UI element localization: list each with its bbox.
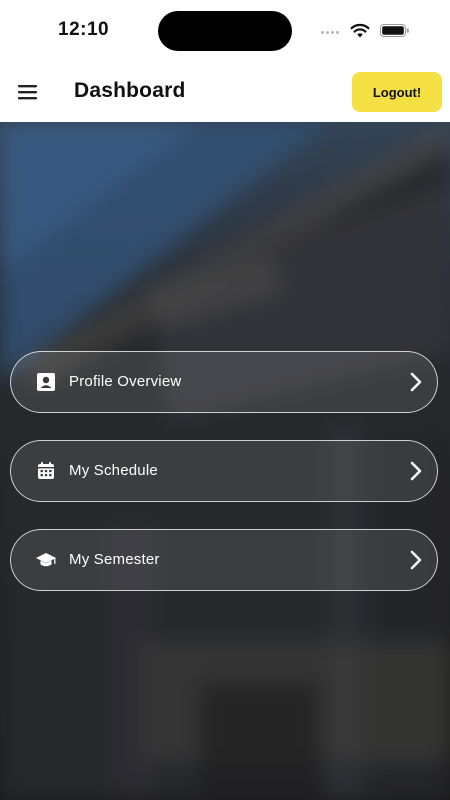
profile-overview-label: Profile Overview xyxy=(69,373,182,390)
battery-icon xyxy=(380,24,409,37)
wifi-icon xyxy=(350,23,370,38)
chevron-right-icon xyxy=(410,550,422,570)
my-schedule-label: My Schedule xyxy=(69,462,158,479)
my-schedule-button[interactable]: My Schedule xyxy=(10,440,438,502)
top-nav-bar: Dashboard Logout! xyxy=(0,62,450,122)
app-screen: 12:10 Dashboard Logout! Profile Overview… xyxy=(0,0,450,800)
profile-card-icon xyxy=(37,373,55,391)
page-title: Dashboard xyxy=(74,79,186,102)
my-semester-label: My Semester xyxy=(69,551,160,568)
calendar-icon xyxy=(38,462,54,479)
background-photo: Profile Overview My Schedule My Semester xyxy=(0,122,450,800)
graduation-cap-icon xyxy=(36,553,56,567)
chevron-right-icon xyxy=(410,461,422,481)
status-bar: 12:10 xyxy=(0,0,450,62)
status-time: 12:10 xyxy=(58,19,110,40)
hamburger-menu-icon[interactable] xyxy=(16,81,40,103)
dynamic-island xyxy=(158,11,292,51)
my-semester-button[interactable]: My Semester xyxy=(10,529,438,591)
chevron-right-icon xyxy=(410,372,422,392)
logout-button[interactable]: Logout! xyxy=(352,72,442,112)
signal-dots-icon xyxy=(321,31,343,35)
profile-overview-button[interactable]: Profile Overview xyxy=(10,351,438,413)
